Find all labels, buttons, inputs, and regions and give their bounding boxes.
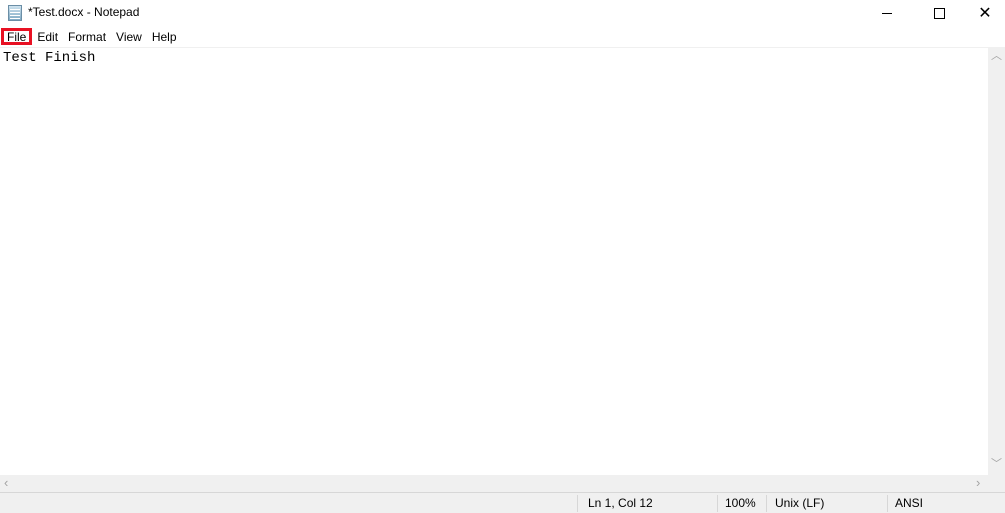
scroll-left-icon[interactable]: ‹ (4, 476, 8, 489)
notepad-icon (8, 5, 22, 21)
status-separator (717, 495, 718, 512)
scroll-up-icon[interactable]: ︿ (991, 51, 1002, 62)
menu-bar: File Edit Format View Help (0, 28, 1005, 47)
cursor-position: Ln 1, Col 12 (588, 496, 653, 510)
horizontal-scrollbar[interactable]: ‹ › (0, 475, 988, 492)
minimize-button[interactable] (864, 0, 910, 27)
close-button[interactable]: ✕ (962, 0, 1005, 27)
status-separator (577, 495, 578, 512)
vertical-scrollbar[interactable]: ︿ ﹀ (988, 47, 1005, 475)
menu-file[interactable]: File (1, 28, 33, 45)
minimize-icon (882, 13, 892, 14)
maximize-icon (933, 8, 945, 19)
scroll-down-icon[interactable]: ﹀ (991, 459, 1002, 470)
maximize-button[interactable] (916, 0, 962, 27)
window-title: *Test.docx - Notepad (28, 5, 140, 19)
zoom-level: 100% (725, 496, 756, 510)
status-separator (887, 495, 888, 512)
menu-view[interactable]: View (111, 28, 147, 45)
menu-format[interactable]: Format (63, 28, 111, 45)
status-separator (766, 495, 767, 512)
encoding: ANSI (895, 496, 924, 510)
close-icon: ✕ (978, 4, 992, 22)
scroll-right-icon[interactable]: › (976, 476, 980, 489)
text-editor[interactable]: Test Finish (0, 47, 988, 476)
scrollbar-corner (988, 475, 1005, 492)
menu-help[interactable]: Help (147, 28, 182, 45)
title-bar: *Test.docx - Notepad ✕ (0, 0, 1005, 27)
editor-content[interactable]: Test Finish (3, 50, 95, 66)
menu-edit[interactable]: Edit (32, 28, 63, 45)
line-ending: Unix (LF) (775, 496, 825, 510)
status-bar: Ln 1, Col 12 100% Unix (LF) ANSI (0, 492, 1005, 513)
